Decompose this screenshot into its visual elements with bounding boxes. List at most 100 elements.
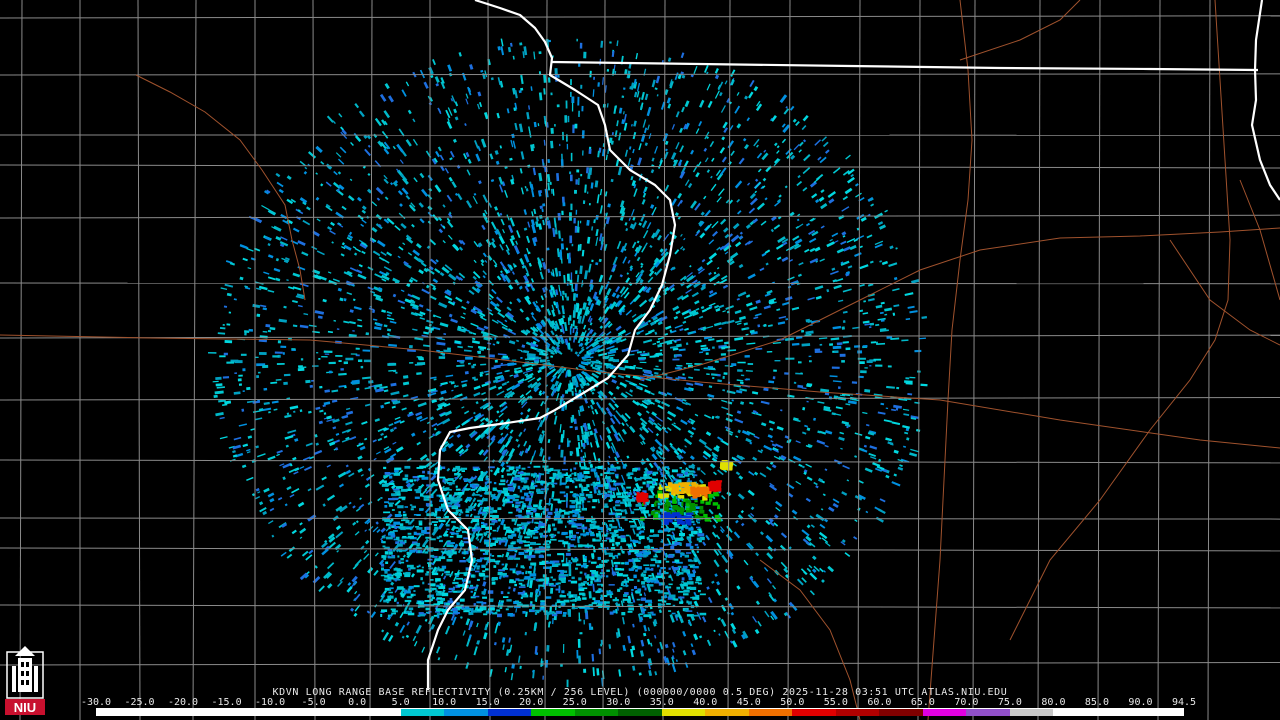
echo-pixel [273,408,278,411]
echo-pixel [631,241,637,249]
echo-pixel [466,478,473,482]
echo-pixel [700,344,707,348]
echo-pixel [862,320,870,324]
echo-pixel [676,364,683,367]
echo-pixel [642,119,647,128]
echo-pixel [830,337,840,341]
echo-pixel [349,321,356,325]
echo-pixel [389,561,396,569]
echo-pixel [642,632,647,637]
echo-pixel [721,321,728,326]
echo-pixel [739,381,744,385]
echo-pixel [390,182,394,186]
echo-pixel [411,294,421,301]
echo-pixel [726,412,733,417]
echo-pixel [414,337,424,341]
echo-pixel [706,259,713,266]
echo-pixel [465,662,470,669]
echo-pixel [438,356,446,359]
echo-pixel [879,224,887,230]
echo-pixel [450,318,458,324]
echo-pixel [505,479,509,484]
echo-pixel [315,145,323,153]
echo-pixel [575,270,578,275]
echo-pixel [902,408,910,411]
echo-pixel [391,509,395,511]
echo-pixel [571,472,574,475]
echo-pixel [777,321,786,325]
echo-pixel [569,315,572,321]
echo-pixel [690,586,697,590]
echo-pixel [423,498,430,501]
echo-pixel [280,345,287,348]
echo-pixel [675,614,679,618]
echo-pixel [622,550,625,554]
echo-pixel [774,142,778,147]
echo-pixel [804,248,810,253]
echo-pixel [884,313,888,316]
echo-pixel [543,88,546,95]
echo-pixel [267,330,272,333]
echo-pixel [547,511,553,515]
echo-pixel [557,374,561,379]
echo-pixel [275,277,281,282]
echo-pixel [400,306,405,310]
echo-pixel [525,272,530,277]
echo-pixel [239,276,244,281]
echo-pixel [552,188,555,196]
echo-pixel [864,467,873,473]
echo-pixel [591,410,595,415]
echo-pixel [526,235,531,243]
echo-pixel [644,142,648,147]
echo-pixel [375,451,381,455]
echo-pixel [514,505,519,509]
echo-pixel [361,219,367,224]
echo-pixel [284,414,292,419]
echo-pixel [574,462,578,465]
echo-pixel [759,472,767,478]
echo-pixel [606,331,612,336]
echo-pixel [628,568,634,571]
echo-pixel [361,209,367,214]
echo-pixel [479,535,484,543]
echo-pixel [689,455,695,461]
echo-pixel [481,139,487,148]
echo-pixel [232,450,236,454]
echo-pixel [491,288,497,295]
echo-pixel [647,276,654,283]
echo-pixel [797,361,802,364]
echo-pixel [348,501,352,505]
echo-pixel [735,435,739,438]
echo-pixel [286,412,290,416]
echo-pixel [865,424,870,427]
echo-pixel [737,369,743,372]
echo-pixel [606,434,613,442]
echo-pixel [267,520,274,525]
echo-pixel [721,495,726,500]
echo-pixel [747,489,755,497]
echo-pixel [476,533,483,536]
echo-pixel [568,566,571,575]
echo-pixel [366,610,371,614]
echo-pixel [524,186,527,189]
echo-pixel [399,549,406,552]
echo-pixel [303,170,308,175]
echo-pixel [636,411,643,417]
echo-pixel [646,638,651,645]
echo-pixel [665,325,672,330]
echo-pixel [357,455,363,461]
echo-pixel [843,246,851,252]
echo-pixel [746,117,750,122]
echo-pixel [328,361,336,365]
echo-pixel [465,93,469,99]
echo-pixel [360,473,364,477]
echo-pixel [822,493,826,497]
echo-pixel [363,359,371,363]
echo-pixel [280,551,287,557]
echo-pixel [468,331,473,335]
echo-pixel [696,526,701,529]
echo-pixel [749,197,758,206]
echo-pixel [566,143,569,150]
echo-pixel [801,343,811,347]
echo-pixel [570,203,573,211]
